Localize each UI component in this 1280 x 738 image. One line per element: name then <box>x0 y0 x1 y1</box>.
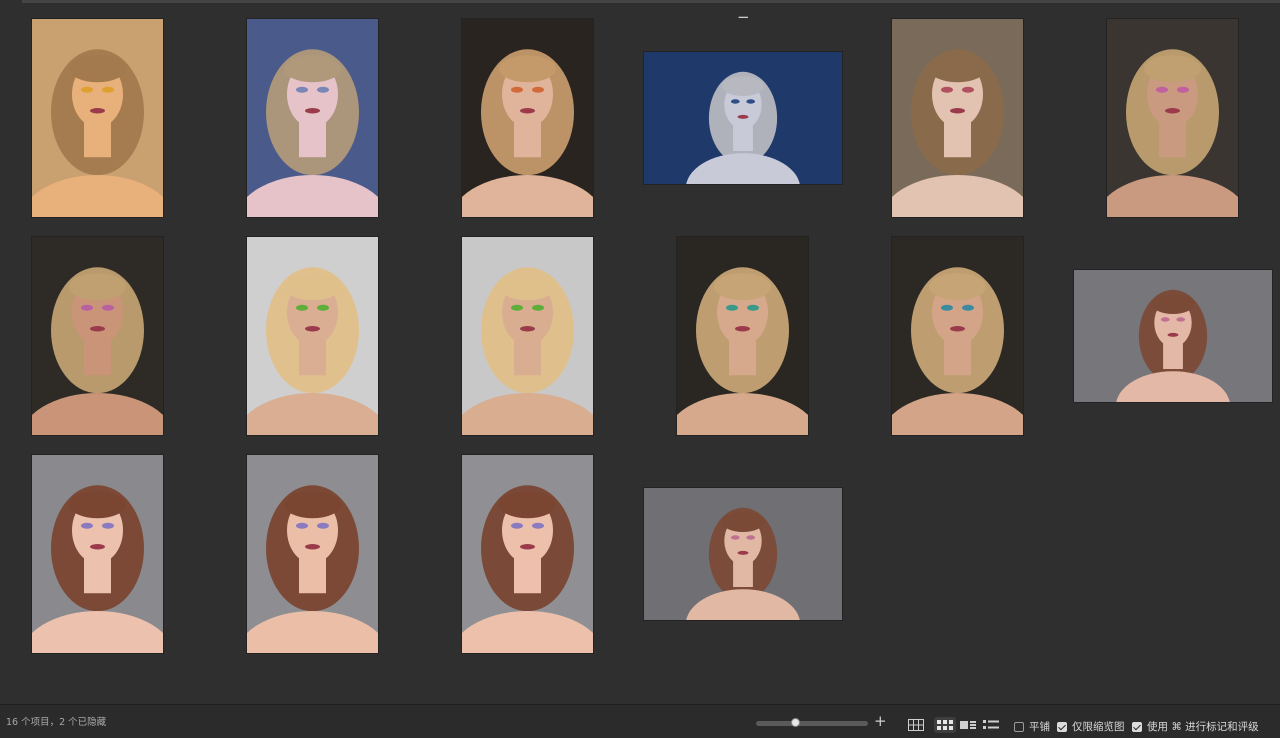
use-cmd-rating-label: 使用 ⌘ 进行标记和评级 <box>1147 721 1259 733</box>
filmstrip-icon <box>960 721 976 729</box>
view-grid-small-button[interactable] <box>934 717 956 733</box>
thumb-only-checkbox[interactable]: 仅限缩览图 <box>1057 719 1125 734</box>
thumbnail-cell <box>0 454 205 654</box>
thumbnail-cell <box>420 236 635 436</box>
view-grid-large-button[interactable] <box>905 717 927 733</box>
tile-label: 平铺 <box>1029 721 1050 733</box>
thumbnail-cell <box>635 18 850 218</box>
photo-glitter-face-messy-hair[interactable] <box>892 19 1023 217</box>
photo-brunette-arms-raised[interactable] <box>643 488 842 620</box>
thumbnail-cell <box>850 18 1065 218</box>
tile-checkbox-box[interactable] <box>1014 721 1024 732</box>
thumb-only-checkbox-box[interactable] <box>1057 721 1067 732</box>
photo-blonde-bob-green-eyes-front[interactable] <box>247 237 378 435</box>
toolbar-divider <box>22 0 1280 3</box>
photo-blonde-bob-green-eyes-side[interactable] <box>462 237 593 435</box>
photo-brunette-purple-eyeshadow-2[interactable] <box>247 455 378 653</box>
zoom-in-button[interactable]: + <box>874 704 887 737</box>
photo-long-hair-blue-backdrop[interactable] <box>247 19 378 217</box>
photo-colorful-paint-face[interactable] <box>32 19 163 217</box>
thumbnail-cell <box>420 18 635 218</box>
photo-felt-balls-hair-front[interactable] <box>677 237 808 435</box>
grid-small-icon <box>937 720 953 730</box>
photo-brunette-purple-eyeshadow-3[interactable] <box>462 455 593 653</box>
thumbnail-cell <box>0 18 205 218</box>
photo-braid-orange-eyeshadow[interactable] <box>462 19 593 217</box>
thumbnail-cell <box>420 454 635 654</box>
photo-brunette-gray-studio[interactable] <box>1073 270 1272 402</box>
photo-pompom-hair-shoulder[interactable] <box>32 237 163 435</box>
thumbnail-grid <box>0 18 1280 704</box>
grid-large-icon <box>908 719 924 731</box>
photo-felt-balls-hair-side[interactable] <box>892 237 1023 435</box>
use-cmd-rating-checkbox-box[interactable] <box>1132 721 1142 732</box>
photo-brunette-purple-eyeshadow-1[interactable] <box>32 455 163 653</box>
use-cmd-rating-checkbox[interactable]: 使用 ⌘ 进行标记和评级 <box>1132 719 1259 734</box>
thumbnail-cell <box>635 454 850 654</box>
item-count-label: 16 个项目，2 个已隐藏 <box>6 717 107 728</box>
thumbnail-cell <box>205 236 420 436</box>
zoom-slider[interactable] <box>756 718 868 727</box>
thumbnail-cell <box>0 236 205 436</box>
view-filmstrip-button[interactable] <box>957 717 979 733</box>
tile-checkbox[interactable]: 平铺 <box>1014 719 1050 734</box>
thumbnail-cell <box>205 18 420 218</box>
photo-silver-hair-blue-studio[interactable] <box>643 52 842 184</box>
zoom-slider-track <box>756 721 868 726</box>
view-list-button[interactable] <box>980 717 1002 733</box>
thumbnail-cell <box>1065 236 1280 436</box>
thumbnail-cell <box>205 454 420 654</box>
thumbnail-cell <box>850 236 1065 436</box>
thumbnail-cell <box>1065 18 1280 218</box>
thumb-only-label: 仅限缩览图 <box>1072 721 1125 733</box>
thumbnail-cell <box>635 236 850 436</box>
list-icon <box>983 720 999 729</box>
zoom-out-button[interactable]: − <box>737 0 750 33</box>
photo-pompom-hair-pose[interactable] <box>1107 19 1238 217</box>
